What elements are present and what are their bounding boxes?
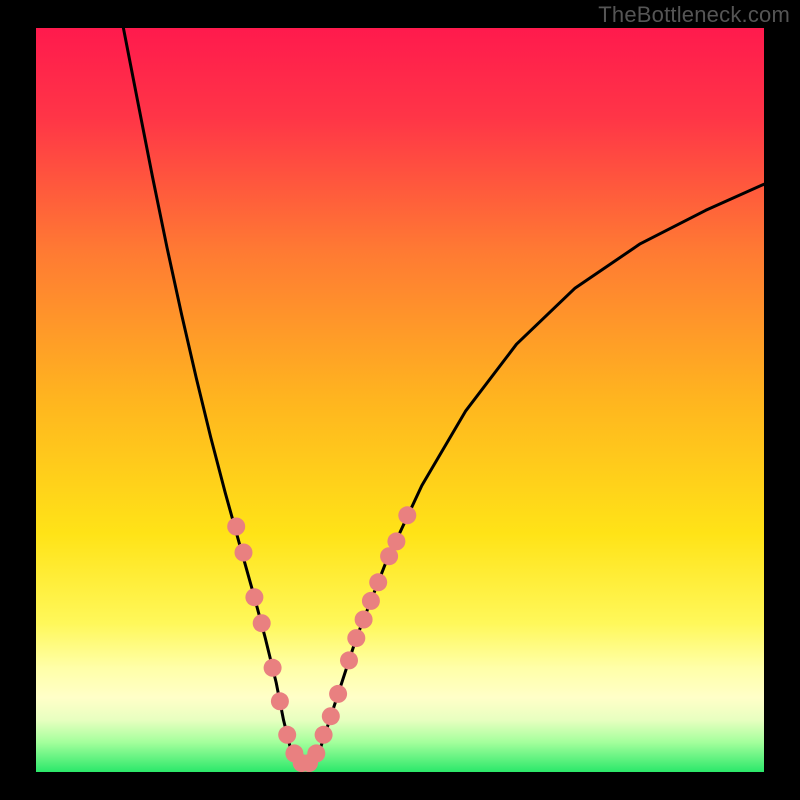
- dot: [387, 532, 405, 550]
- dot: [315, 726, 333, 744]
- dot: [271, 692, 289, 710]
- chart-stage: { "watermark": "TheBottleneck.com", "col…: [0, 0, 800, 800]
- watermark-text: TheBottleneck.com: [598, 2, 790, 28]
- frame-bottom: [0, 772, 800, 800]
- dot: [227, 518, 245, 536]
- dot: [329, 685, 347, 703]
- dot: [369, 573, 387, 591]
- dot: [362, 592, 380, 610]
- dot: [264, 659, 282, 677]
- frame-right: [764, 0, 800, 800]
- dot: [245, 588, 263, 606]
- dot: [307, 744, 325, 762]
- dot: [278, 726, 296, 744]
- chart-svg: [0, 0, 800, 800]
- frame-left: [0, 0, 36, 800]
- dot: [322, 707, 340, 725]
- dot: [253, 614, 271, 632]
- dot: [235, 544, 253, 562]
- dot: [347, 629, 365, 647]
- dot: [340, 651, 358, 669]
- dot: [398, 506, 416, 524]
- dot: [355, 611, 373, 629]
